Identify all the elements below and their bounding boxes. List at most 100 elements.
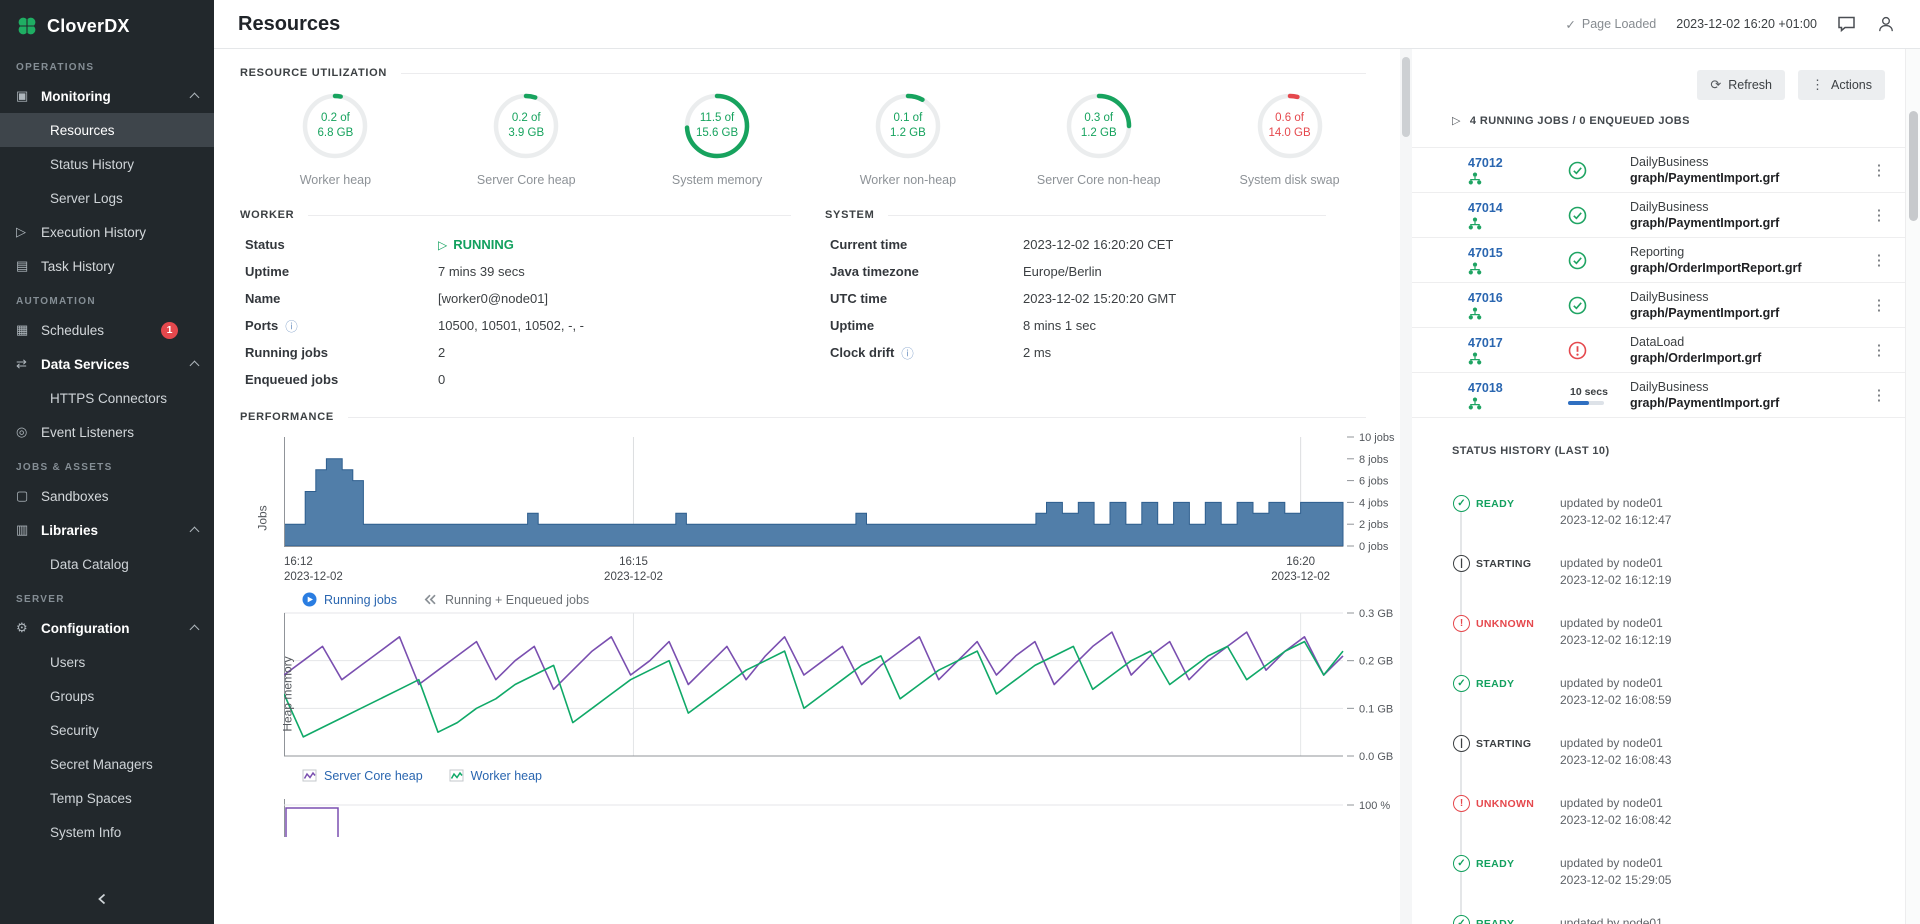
- legend-server-core-heap[interactable]: Server Core heap: [302, 768, 423, 783]
- status-label: READY: [1476, 915, 1560, 924]
- sidebar-item-monitoring[interactable]: ▣ Monitoring: [0, 79, 214, 113]
- status-meta: updated by node012023-12-02 16:08:59: [1560, 675, 1671, 709]
- sidebar-item-configuration[interactable]: ⚙ Configuration: [0, 611, 214, 645]
- sidebar-section-label: OPERATIONS: [0, 49, 214, 79]
- info-row: Ports ⓘ 10500, 10501, 10502, -, -: [245, 312, 825, 339]
- svg-text:0.2 GB: 0.2 GB: [1359, 656, 1393, 668]
- refresh-icon: ⟳: [1710, 77, 1721, 93]
- sidebar-section-label: AUTOMATION: [0, 283, 214, 313]
- sidebar-item-secret-managers[interactable]: Secret Managers: [0, 747, 214, 781]
- resource-gauge: 0.6 of14.0 GB System disk swap: [1194, 92, 1385, 187]
- job-kebab-menu-icon[interactable]: ⋮: [1861, 251, 1897, 269]
- sidebar-item-event-listeners[interactable]: ◎ Event Listeners: [0, 415, 214, 449]
- info-icon[interactable]: ⓘ: [901, 343, 914, 362]
- svg-text:16:15: 16:15: [619, 556, 648, 568]
- job-id-link[interactable]: 47017: [1468, 336, 1568, 350]
- legend-running-enqueued-jobs[interactable]: Running + Enqueued jobs: [423, 592, 589, 607]
- sidebar-item-groups[interactable]: Groups: [0, 679, 214, 713]
- job-kebab-menu-icon[interactable]: ⋮: [1861, 386, 1897, 404]
- status-meta: updated by node012023-12-02 16:08:42: [1560, 795, 1671, 829]
- sidebar-item-libraries[interactable]: ▥ Libraries: [0, 513, 214, 547]
- sidebar-item-temp-spaces[interactable]: Temp Spaces: [0, 781, 214, 815]
- panel-scrollbar[interactable]: [1905, 49, 1920, 924]
- status-meta: updated by node01: [1560, 915, 1663, 924]
- svg-text:0.1 GB: 0.1 GB: [1359, 703, 1393, 715]
- svg-text:16:12: 16:12: [284, 556, 313, 568]
- legend-worker-heap[interactable]: Worker heap: [449, 768, 542, 783]
- job-graph-icon: [1468, 217, 1568, 230]
- status-history-list: ✓ READY updated by node012023-12-02 16:1…: [1412, 495, 1905, 924]
- notification-badge: 1: [161, 322, 178, 339]
- user-account-icon[interactable]: [1876, 14, 1896, 34]
- status-meta: updated by node012023-12-02 16:12:19: [1560, 615, 1671, 649]
- chevron-up-icon: [190, 625, 200, 635]
- task-history-icon: ▤: [16, 258, 41, 274]
- sidebar-item-system-info[interactable]: System Info: [0, 815, 214, 849]
- status-label: UNKNOWN: [1476, 615, 1560, 630]
- info-row: Status ▷RUNNING: [245, 231, 825, 258]
- job-id-link[interactable]: 47012: [1468, 156, 1568, 170]
- sidebar-item-resources[interactable]: Resources: [0, 113, 214, 147]
- app-logo[interactable]: CloverDX: [0, 0, 214, 49]
- job-graph-path: graph/PaymentImport.grf: [1630, 306, 1861, 320]
- job-graph-path: graph/OrderImportReport.grf: [1630, 261, 1861, 275]
- job-kebab-menu-icon[interactable]: ⋮: [1861, 206, 1897, 224]
- data-services-icon: ⇄: [16, 356, 41, 372]
- sidebar-item-task-history[interactable]: ▤ Task History: [0, 249, 214, 283]
- gauges-row: 0.2 of6.8 GB Worker heap 0.2 of3.9 GB Se…: [240, 92, 1385, 187]
- job-graph-icon: [1468, 262, 1568, 275]
- job-graph-icon: [1468, 352, 1568, 365]
- status-meta: updated by node012023-12-02 16:12:19: [1560, 555, 1671, 589]
- info-icon[interactable]: ⓘ: [285, 316, 298, 335]
- status-label: READY: [1476, 675, 1560, 690]
- running-jobs-chart: Jobs 10 jobs8 jobs6 jobs4 jobs2 jobs0 jo…: [284, 433, 1400, 607]
- gauge-value: 0.3 of1.2 GB: [1065, 92, 1133, 160]
- feedback-chat-icon[interactable]: [1837, 15, 1856, 33]
- main-scrollbar-thumb[interactable]: [1402, 57, 1410, 137]
- sidebar-item-data-services[interactable]: ⇄ Data Services: [0, 347, 214, 381]
- job-kebab-menu-icon[interactable]: ⋮: [1861, 341, 1897, 359]
- server-core-heap-icon: [302, 768, 317, 783]
- job-id-link[interactable]: 47014: [1468, 201, 1568, 215]
- legend-running-jobs[interactable]: Running jobs: [302, 592, 397, 607]
- monitoring-icon: ▣: [16, 88, 41, 104]
- actions-button[interactable]: ⋮ Actions: [1798, 70, 1885, 100]
- sidebar-collapse-button[interactable]: [0, 882, 214, 916]
- sidebar-item-security[interactable]: Security: [0, 713, 214, 747]
- job-id-link[interactable]: 47016: [1468, 291, 1568, 305]
- sidebar-section-label: JOBS & ASSETS: [0, 449, 214, 479]
- sidebar-item-sandboxes[interactable]: ▢ Sandboxes: [0, 479, 214, 513]
- job-id-link[interactable]: 47018: [1468, 381, 1568, 395]
- heap-memory-chart: Heap memory 0.3 GB0.2 GB0.1 GB0.0 GB Ser…: [284, 609, 1400, 783]
- main-scrollbar[interactable]: [1400, 49, 1412, 924]
- gauge-label: Server Core non-heap: [1037, 173, 1161, 187]
- sidebar-item-https-connectors[interactable]: HTTPS Connectors: [0, 381, 214, 415]
- kebab-menu-icon: ⋮: [1811, 77, 1824, 93]
- job-kebab-menu-icon[interactable]: ⋮: [1861, 161, 1897, 179]
- panel-scrollbar-thumb[interactable]: [1909, 111, 1918, 221]
- sidebar-item-server-logs[interactable]: Server Logs: [0, 181, 214, 215]
- status-icon: |: [1453, 735, 1470, 752]
- sidebar-item-schedules[interactable]: ▦ Schedules 1: [0, 313, 214, 347]
- refresh-button[interactable]: ⟳ Refresh: [1697, 70, 1785, 100]
- status-history-entry: | STARTING updated by node012023-12-02 1…: [1412, 735, 1905, 795]
- job-kebab-menu-icon[interactable]: ⋮: [1861, 296, 1897, 314]
- sidebar-item-data-catalog[interactable]: Data Catalog: [0, 547, 214, 581]
- svg-text:16:20: 16:20: [1286, 556, 1315, 568]
- sidebar-item-status-history[interactable]: Status History: [0, 147, 214, 181]
- status-history-entry: ✓ READY updated by node012023-12-02 16:1…: [1412, 495, 1905, 555]
- job-status: [1568, 161, 1630, 180]
- job-id-link[interactable]: 47015: [1468, 246, 1568, 260]
- jobs-chart-ylabel: Jobs: [256, 506, 270, 531]
- status-history-entry: ! UNKNOWN updated by node012023-12-02 16…: [1412, 615, 1905, 675]
- sidebar-item-execution-history[interactable]: ▷ Execution History: [0, 215, 214, 249]
- status-label: STARTING: [1476, 735, 1560, 750]
- cpu-chart-partial: 100 %: [284, 791, 1400, 842]
- section-divider: [348, 417, 1366, 418]
- page-title: Resources: [238, 13, 340, 36]
- heap-chart-legend: Server Core heap Worker heap: [302, 768, 1400, 783]
- gauge-label: Worker non-heap: [860, 173, 956, 187]
- sidebar-item-users[interactable]: Users: [0, 645, 214, 679]
- performance-section: PERFORMANCE: [240, 411, 1400, 423]
- status-icon: ✓: [1453, 495, 1470, 512]
